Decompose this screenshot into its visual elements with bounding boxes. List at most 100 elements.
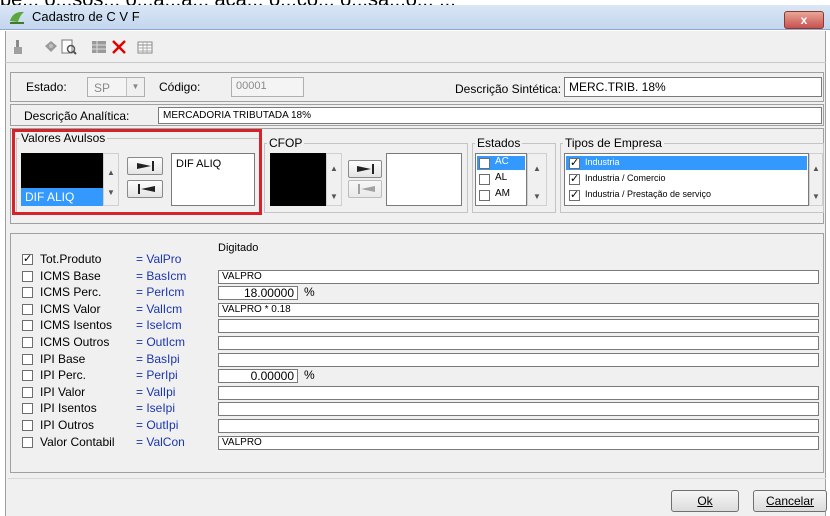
- row-formula-field[interactable]: VALPRO: [218, 436, 819, 450]
- estado-label: Estado:: [26, 80, 67, 94]
- row-label: IPI Outros: [40, 418, 95, 432]
- row-variable: = BasIpi: [136, 352, 180, 366]
- row-variable: = BasIcm: [136, 269, 187, 283]
- row-checkbox[interactable]: [22, 287, 33, 298]
- desc-sintetica-label: Descrição Sintética:: [455, 82, 562, 96]
- grid-icon[interactable]: [90, 38, 108, 56]
- estado-select[interactable]: SP ▼: [87, 77, 145, 97]
- footer-separator: [8, 478, 826, 479]
- row-formula-field[interactable]: [218, 319, 819, 333]
- desc-analitica-label: Descrição Analítica:: [24, 109, 130, 123]
- row-label: Tot.Produto: [40, 252, 102, 266]
- row-label: ICMS Perc.: [40, 285, 102, 299]
- cfop-available-list[interactable]: [270, 153, 326, 206]
- row-checkbox[interactable]: [22, 337, 33, 348]
- row-checkbox[interactable]: [22, 271, 33, 282]
- estado-checkbox-ac[interactable]: [479, 158, 490, 169]
- move-left-button[interactable]: [127, 180, 163, 198]
- scroll-down-icon[interactable]: ▼: [104, 188, 118, 197]
- row-label: IPI Perc.: [40, 368, 87, 382]
- move-right-button[interactable]: [127, 157, 163, 175]
- desc-sintetica-field[interactable]: MERC.TRIB. 18%: [564, 77, 822, 97]
- list-item[interactable]: DIF ALIQ: [176, 158, 221, 170]
- row-checkbox[interactable]: [22, 437, 33, 448]
- scroll-down-icon[interactable]: ▼: [327, 192, 341, 201]
- estados-list[interactable]: AC AL AM: [475, 153, 527, 206]
- desc-analitica-field[interactable]: MERCADORIA TRIBUTADA 18%: [158, 107, 822, 124]
- valores-avulsos-selected-list[interactable]: DIF ALIQ: [171, 153, 255, 206]
- row-label: ICMS Outros: [40, 335, 110, 349]
- row-formula-field[interactable]: [218, 353, 819, 367]
- cfop-move-left-button[interactable]: [348, 180, 382, 198]
- row-percent-field[interactable]: 0.00000: [218, 369, 298, 383]
- valores-avulsos-scrollbar[interactable]: ▲ ▼: [103, 153, 119, 206]
- row-checkbox[interactable]: [22, 420, 33, 431]
- estados-scrollbar[interactable]: ▲ ▼: [527, 153, 547, 206]
- digitado-header: Digitado: [218, 242, 259, 254]
- list-item-selected[interactable]: DIF ALIQ: [21, 188, 103, 206]
- row-formula-field[interactable]: VALPRO: [218, 270, 819, 284]
- scroll-up-icon[interactable]: ▲: [327, 164, 341, 173]
- row-label: Valor Contabil: [40, 435, 115, 449]
- row-checkbox[interactable]: [22, 403, 33, 414]
- row-formula-field[interactable]: [218, 402, 819, 416]
- table-icon[interactable]: [136, 38, 154, 56]
- row-variable: = ValPro: [136, 252, 182, 266]
- arrow-right-icon: [137, 161, 154, 171]
- arrow-right-icon: [357, 164, 374, 174]
- tipos-empresa-scrollbar[interactable]: ▲ ▼: [809, 153, 823, 206]
- tipo-checkbox-industria-comercio[interactable]: [569, 172, 580, 185]
- estado-select-value: SP: [94, 81, 111, 95]
- row-variable: = PerIcm: [136, 285, 185, 299]
- row-percent-field[interactable]: 18.00000: [218, 286, 298, 300]
- row-formula-field[interactable]: [218, 419, 819, 433]
- delete-icon[interactable]: [110, 38, 128, 56]
- row-checkbox[interactable]: [22, 320, 33, 331]
- row-label: IPI Valor: [40, 385, 86, 399]
- cfop-move-right-button[interactable]: [348, 160, 382, 178]
- row-variable: = IseIpi: [136, 401, 176, 415]
- row-variable: = ValIcm: [136, 302, 183, 316]
- estado-label-am: AM: [495, 188, 510, 199]
- chevron-down-icon[interactable]: ▼: [126, 78, 144, 96]
- close-button[interactable]: x: [784, 11, 824, 29]
- row-checkbox[interactable]: [22, 354, 33, 365]
- cfop-scrollbar[interactable]: ▲ ▼: [326, 153, 342, 206]
- tipo-label-industria: Industria: [585, 157, 620, 167]
- tipos-empresa-legend: Tipos de Empresa: [565, 136, 662, 150]
- estado-checkbox-am[interactable]: [479, 190, 490, 201]
- scroll-up-icon[interactable]: ▲: [104, 168, 118, 177]
- tipo-checkbox-industria[interactable]: [569, 156, 580, 169]
- estado-checkbox-al[interactable]: [479, 174, 490, 185]
- row-formula-field[interactable]: [218, 336, 819, 350]
- row-checkbox[interactable]: [22, 370, 33, 381]
- cancelar-button[interactable]: Cancelar: [753, 490, 827, 512]
- row-formula-field[interactable]: VALPRO * 0.18: [218, 303, 819, 317]
- cfop-selected-list[interactable]: [386, 153, 462, 206]
- valores-avulsos-available-list[interactable]: DIF ALIQ: [21, 153, 103, 206]
- row-checkbox[interactable]: [22, 304, 33, 315]
- tipo-checkbox-industria-servico[interactable]: [569, 188, 580, 201]
- row-checkbox[interactable]: [22, 387, 33, 398]
- row-formula-field[interactable]: [218, 386, 819, 400]
- codigo-field[interactable]: 00001: [231, 77, 304, 97]
- preview-icon[interactable]: [60, 38, 78, 56]
- ok-button[interactable]: Ok: [671, 490, 739, 512]
- scroll-down-icon[interactable]: ▼: [528, 192, 546, 201]
- scroll-up-icon[interactable]: ▲: [528, 164, 546, 173]
- tipos-empresa-list[interactable]: Industria Industria / Comercio Industria…: [564, 153, 809, 206]
- tipo-label-industria-servico: Industria / Prestação de serviço: [585, 189, 712, 199]
- row-variable: = ValCon: [136, 435, 185, 449]
- row-label: IPI Base: [40, 352, 86, 366]
- row-checkbox[interactable]: [22, 252, 33, 265]
- puzzle-icon[interactable]: [42, 38, 60, 56]
- row-variable: = IseIcm: [136, 318, 182, 332]
- toolbar: [10, 36, 210, 60]
- hand-pointer-icon[interactable]: [10, 38, 28, 56]
- scroll-down-icon[interactable]: ▼: [810, 192, 822, 201]
- toolbar-separator: [5, 62, 826, 63]
- estado-label-ac: AC: [495, 156, 509, 167]
- row-variable: = ValIpi: [136, 385, 176, 399]
- row-label: ICMS Isentos: [40, 318, 113, 332]
- scroll-up-icon[interactable]: ▲: [810, 164, 822, 173]
